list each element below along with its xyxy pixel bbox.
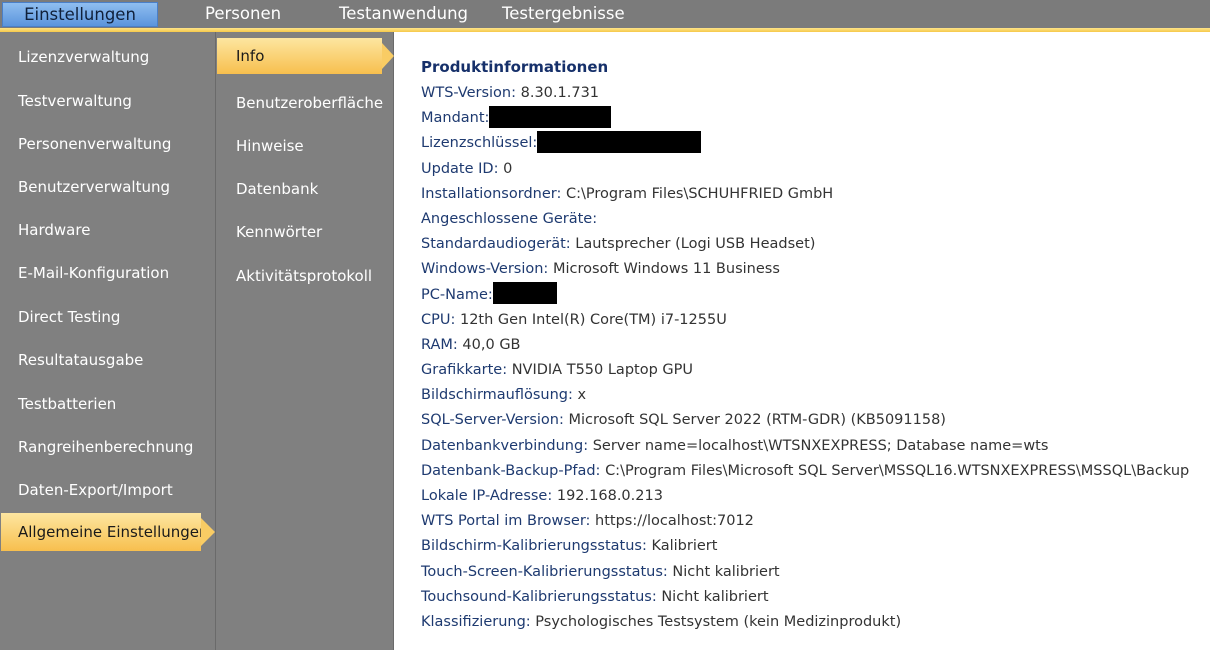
info-label: Angeschlossene Geräte: xyxy=(421,210,598,227)
info-row-update-id: Update ID: 0 xyxy=(421,157,1206,182)
redaction-block xyxy=(489,105,612,128)
info-value: C:\Program Files\SCHUHFRIED GmbH xyxy=(565,185,834,202)
info-label: Klassifizierung: xyxy=(421,613,531,630)
product-info-list: WTS-Version: 8.30.1.731 Mandant: Lizenzs… xyxy=(421,81,1206,635)
info-value: Microsoft SQL Server 2022 (RTM-GDR) (KB5… xyxy=(568,412,946,429)
menu-testergebnisse[interactable]: Testergebnisse xyxy=(502,0,625,28)
subnav-item-info[interactable]: Info xyxy=(217,38,394,74)
info-value: Psychologisches Testsystem (kein Medizin… xyxy=(535,613,902,630)
info-value: 192.168.0.213 xyxy=(556,488,663,504)
info-row-wts-portal: WTS Portal im Browser: https://localhost… xyxy=(421,509,1206,534)
info-label: WTS Portal im Browser: xyxy=(421,513,591,530)
info-label: Touch-Screen-Kalibrierungsstatus: xyxy=(421,563,668,580)
info-row-installationsordner: Installationsordner: C:\Program Files\SC… xyxy=(421,182,1206,207)
info-value: Nicht kalibriert xyxy=(661,588,769,605)
info-label: Lokale IP-Adresse: xyxy=(421,488,553,504)
info-label: Installationsordner: xyxy=(421,185,562,202)
info-row-bildschirm-kalibrierung: Bildschirm-Kalibrierungsstatus: Kalibrie… xyxy=(421,534,1206,559)
info-row-datenbank-backup-pfad: Datenbank-Backup-Pfad: C:\Program Files\… xyxy=(421,459,1206,484)
content-panel: Produktinformationen WTS-Version: 8.30.1… xyxy=(394,32,1210,650)
info-label: Grafikkarte: xyxy=(421,362,508,379)
sidebar-item-personenverwaltung[interactable]: Personenverwaltung xyxy=(0,125,215,163)
info-row-touchsound-kalibrierung: Touchsound-Kalibrierungsstatus: Nicht ka… xyxy=(421,585,1206,610)
info-row-sql-server-version: SQL-Server-Version: Microsoft SQL Server… xyxy=(421,408,1206,433)
info-value: Lautsprecher (Logi USB Headset) xyxy=(575,236,816,253)
info-label: PC-Name: xyxy=(421,286,493,303)
subnav-item-aktivitaetsprotokoll[interactable]: Aktivitätsprotokoll xyxy=(216,257,393,295)
info-value: 40,0 GB xyxy=(462,336,521,353)
info-value: Nicht kalibriert xyxy=(672,563,780,580)
info-value: Microsoft Windows 11 Business xyxy=(552,261,780,278)
info-row-lokale-ip-adresse: Lokale IP-Adresse: 192.168.0.213 xyxy=(421,484,1206,509)
sidebar-item-rangreihenberechnung[interactable]: Rangreihenberechnung xyxy=(0,428,215,466)
sidebar: Lizenzverwaltung Testverwaltung Personen… xyxy=(0,32,216,650)
top-menu-bar: Einstellungen Personen Testanwendung Tes… xyxy=(0,0,1210,28)
sidebar-item-benutzerverwaltung[interactable]: Benutzerverwaltung xyxy=(0,168,215,206)
info-value: 12th Gen Intel(R) Core(TM) i7-1255U xyxy=(459,311,727,328)
sidebar-item-lizenzverwaltung[interactable]: Lizenzverwaltung xyxy=(0,38,215,76)
info-value: 8.30.1.731 xyxy=(520,85,600,101)
info-value: NVIDIA T550 Laptop GPU xyxy=(511,362,693,379)
info-label: Bildschirmauflösung: xyxy=(421,387,573,404)
info-label: Datenbank-Backup-Pfad: xyxy=(421,462,601,479)
subnav-item-hinweise[interactable]: Hinweise xyxy=(216,127,393,165)
info-row-lizenzschluessel: Lizenzschlüssel: xyxy=(421,130,1206,156)
info-label: Bildschirm-Kalibrierungsstatus: xyxy=(421,538,647,555)
subnav-item-benutzeroberflaeche[interactable]: Benutzeroberfläche xyxy=(216,84,393,122)
menu-einstellungen[interactable]: Einstellungen xyxy=(2,2,158,27)
sidebar-item-testverwaltung[interactable]: Testverwaltung xyxy=(0,82,215,120)
subnav-item-datenbank[interactable]: Datenbank xyxy=(216,170,393,208)
info-value: x xyxy=(577,387,587,404)
info-row-angeschlossene-geraete: Angeschlossene Geräte: xyxy=(421,207,1206,232)
info-value: 0 xyxy=(503,160,513,177)
info-label: Standardaudiogerät: xyxy=(421,236,571,253)
info-label: Windows-Version: xyxy=(421,261,549,278)
info-value: C:\Program Files\Microsoft SQL Server\MS… xyxy=(605,462,1190,479)
redaction-block xyxy=(492,282,557,304)
sidebar-item-direct-testing[interactable]: Direct Testing xyxy=(0,298,215,336)
app-window: Einstellungen Personen Testanwendung Tes… xyxy=(0,0,1210,650)
info-row-grafikkarte: Grafikkarte: NVIDIA T550 Laptop GPU xyxy=(421,358,1206,383)
info-row-klassifizierung: Klassifizierung: Psychologisches Testsys… xyxy=(421,610,1206,635)
info-row-mandant: Mandant: xyxy=(421,105,1206,131)
sidebar-item-daten-export-import[interactable]: Daten-Export/Import xyxy=(0,471,215,509)
info-label: SQL-Server-Version: xyxy=(421,412,564,429)
content-title: Produktinformationen xyxy=(421,58,609,76)
info-label: WTS-Version: xyxy=(421,85,516,101)
info-row-windows-version: Windows-Version: Microsoft Windows 11 Bu… xyxy=(421,257,1206,282)
subnav-item-kennwoerter[interactable]: Kennwörter xyxy=(216,213,393,251)
info-row-cpu: CPU: 12th Gen Intel(R) Core(TM) i7-1255U xyxy=(421,308,1206,333)
info-value: https://localhost:7012 xyxy=(595,513,754,530)
info-value: Kalibriert xyxy=(651,538,718,555)
info-label: Datenbankverbindung: xyxy=(421,437,589,454)
info-value: Server name=localhost\WTSNXEXPRESS; Data… xyxy=(592,437,1049,454)
sidebar-item-resultatausgabe[interactable]: Resultatausgabe xyxy=(0,341,215,379)
sidebar-item-email-konfiguration[interactable]: E-Mail-Konfiguration xyxy=(0,254,215,292)
info-row-ram: RAM: 40,0 GB xyxy=(421,333,1206,358)
info-label: Update ID: xyxy=(421,160,499,177)
subnav: Info Benutzeroberfläche Hinweise Datenba… xyxy=(216,32,394,650)
info-label: Mandant: xyxy=(421,110,490,127)
sidebar-item-allgemeine-einstellungen[interactable]: Allgemeine Einstellungen xyxy=(1,513,215,551)
info-row-datenbankverbindung: Datenbankverbindung: Server name=localho… xyxy=(421,434,1206,459)
info-row-standardaudiogeraet: Standardaudiogerät: Lautsprecher (Logi U… xyxy=(421,232,1206,257)
menu-testanwendung[interactable]: Testanwendung xyxy=(339,0,468,28)
info-label: Lizenzschlüssel: xyxy=(421,135,538,152)
info-row-bildschirmaufloesung: Bildschirmauflösung: x xyxy=(421,383,1206,408)
info-label: Touchsound-Kalibrierungsstatus: xyxy=(421,588,657,605)
sidebar-item-hardware[interactable]: Hardware xyxy=(0,211,215,249)
redaction-block xyxy=(537,130,702,153)
sidebar-item-testbatterien[interactable]: Testbatterien xyxy=(0,385,215,423)
menu-personen[interactable]: Personen xyxy=(205,0,281,28)
info-label: CPU: xyxy=(421,311,456,328)
info-row-pc-name: PC-Name: xyxy=(421,282,1206,308)
info-label: RAM: xyxy=(421,336,458,353)
info-row-wts-version: WTS-Version: 8.30.1.731 xyxy=(421,81,1206,106)
info-row-touch-screen-kalibrierung: Touch-Screen-Kalibrierungsstatus: Nicht … xyxy=(421,560,1206,585)
